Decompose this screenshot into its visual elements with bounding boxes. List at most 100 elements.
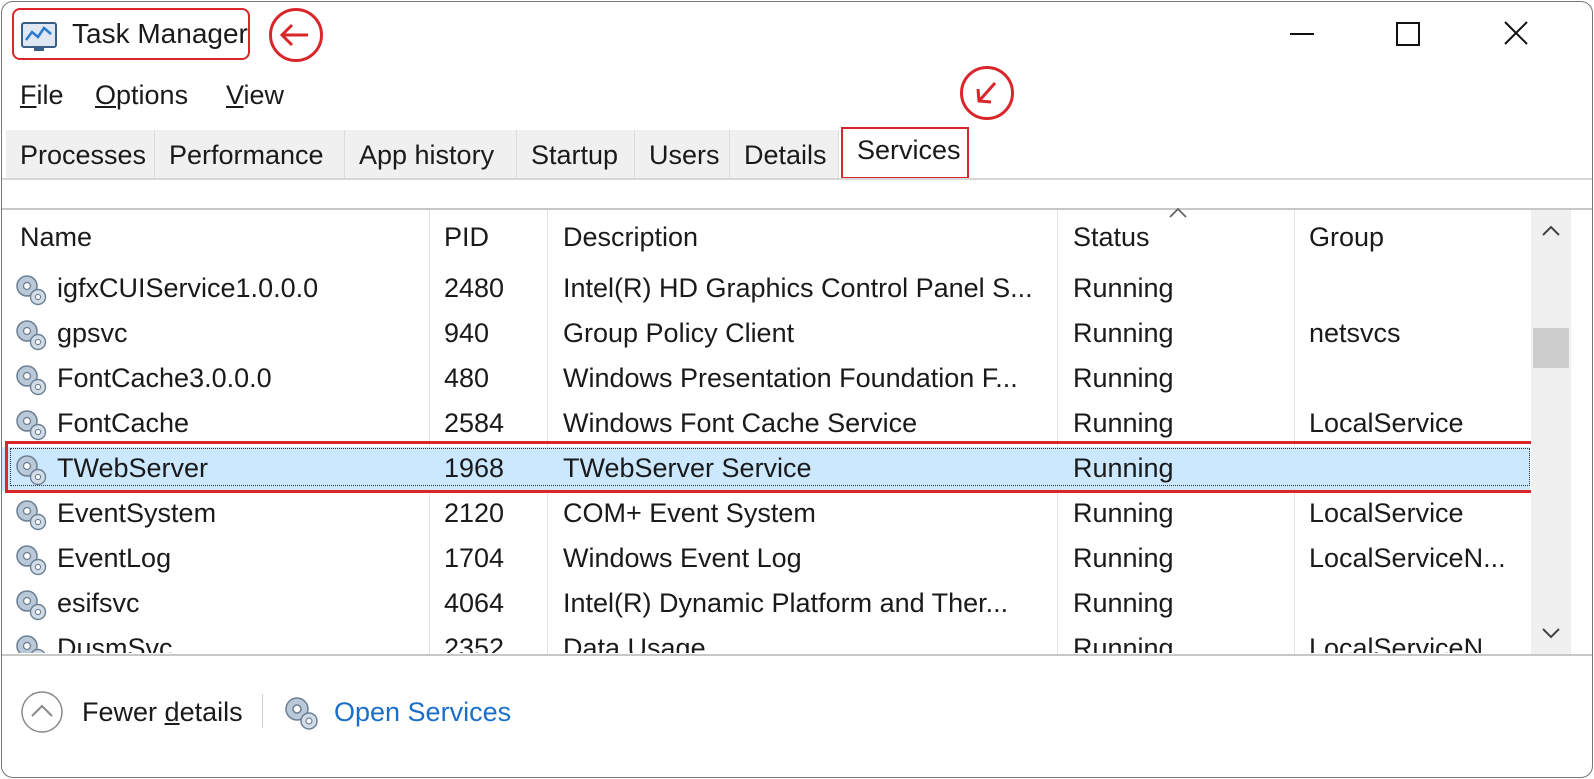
cell-status: Running bbox=[1073, 408, 1174, 438]
cell-description: Data Usage bbox=[563, 633, 706, 653]
footer: Fewer details Open Services bbox=[2, 658, 1592, 776]
menu-file[interactable]: File bbox=[20, 80, 64, 111]
table-row[interactable]: gpsvc 940 Group Policy Client Running netsvc… bbox=[2, 312, 1530, 356]
fewer-details-accesskey: d bbox=[164, 697, 180, 727]
open-services-link[interactable]: Open Services bbox=[282, 690, 522, 736]
table-row[interactable]: EventSystem 2120 COM+ Event System Running L… bbox=[2, 492, 1530, 536]
cell-group: LocalService bbox=[1309, 498, 1464, 528]
cell-name: esifsvc bbox=[57, 588, 140, 618]
cell-name: igfxCUIService1.0.0.0 bbox=[57, 273, 319, 303]
cell-status: Running bbox=[1073, 273, 1174, 303]
column-header-name[interactable]: Name bbox=[20, 222, 92, 253]
column-header-group[interactable]: Group bbox=[1309, 222, 1384, 253]
cell-description: Intel(R) Dynamic Platform and Ther... bbox=[563, 588, 1009, 618]
menu-options-accesskey: O bbox=[95, 80, 117, 110]
cell-pid: 480 bbox=[444, 363, 490, 393]
cell-pid: 940 bbox=[444, 318, 490, 348]
table-row[interactable]: esifsvc 4064 Intel(R) Dynamic Platform and… bbox=[2, 582, 1530, 626]
tab-performance[interactable]: Performance bbox=[155, 130, 345, 180]
column-header-pid[interactable]: PID bbox=[444, 222, 489, 253]
menu-file-label: ile bbox=[36, 80, 64, 110]
title-bar: Task Manager bbox=[2, 2, 1592, 66]
open-services-label: Open Services bbox=[334, 697, 512, 727]
scroll-up-icon[interactable] bbox=[1539, 222, 1563, 240]
cell-pid: 1704 bbox=[444, 543, 505, 573]
table-row[interactable]: DusmSvc 2352 Data Usage Running LocalService… bbox=[2, 627, 1530, 653]
footer-divider bbox=[262, 694, 263, 728]
service-gear-icon bbox=[16, 590, 47, 621]
chevron-up-circle-icon bbox=[21, 691, 63, 733]
cell-description: Windows Event Log bbox=[563, 543, 802, 573]
cell-status: Running bbox=[1073, 633, 1174, 653]
task-manager-icon bbox=[21, 22, 57, 51]
column-header-description[interactable]: Description bbox=[563, 222, 698, 253]
column-header-status[interactable]: Status bbox=[1073, 222, 1150, 253]
tab-users[interactable]: Users bbox=[635, 130, 730, 180]
cell-group: LocalServiceN... bbox=[1309, 633, 1506, 653]
service-gear-icon bbox=[16, 275, 47, 306]
menu-bar: File Options View bbox=[2, 72, 902, 118]
annotation-arrow-left bbox=[269, 8, 323, 62]
service-gear-icon bbox=[16, 410, 47, 441]
service-gear-icon bbox=[16, 635, 46, 653]
fewer-details-label: Fewer details bbox=[82, 697, 243, 728]
table-header: Name PID Description Status Group bbox=[2, 210, 1530, 266]
cell-group: LocalService bbox=[1309, 408, 1464, 438]
cell-name: FontCache3.0.0.0 bbox=[57, 363, 272, 393]
cell-name: gpsvc bbox=[57, 318, 128, 348]
cell-name: DusmSvc bbox=[57, 633, 173, 653]
annotation-arrow-down-left bbox=[960, 66, 1014, 120]
cell-name: EventLog bbox=[57, 543, 172, 573]
table-row[interactable]: FontCache3.0.0.0 480 Windows Presentation … bbox=[2, 357, 1530, 401]
services-gear-icon bbox=[285, 697, 318, 730]
scroll-down-icon[interactable] bbox=[1539, 624, 1563, 642]
menu-options[interactable]: Options bbox=[95, 80, 188, 111]
tab-bar: Processes Performance App history Startu… bbox=[2, 122, 1592, 182]
minimize-button[interactable] bbox=[1272, 12, 1332, 56]
arrow-left-icon bbox=[279, 23, 308, 47]
service-gear-icon bbox=[16, 500, 47, 531]
cell-name: TWebServer bbox=[57, 453, 209, 483]
maximize-icon bbox=[1396, 22, 1420, 46]
menu-view-label: iew bbox=[243, 80, 285, 110]
table-row-selected[interactable]: TWebServer 1968 TWebServer Service Running bbox=[2, 447, 1530, 491]
tab-app-history[interactable]: App history bbox=[345, 130, 517, 180]
cell-description: Intel(R) HD Graphics Control Panel S... bbox=[563, 273, 1033, 303]
tab-divider bbox=[2, 178, 1592, 180]
menu-view-accesskey: V bbox=[226, 80, 244, 110]
cell-group: LocalServiceN... bbox=[1309, 543, 1506, 573]
arrow-down-left-icon bbox=[976, 82, 997, 104]
maximize-button[interactable] bbox=[1378, 12, 1438, 56]
cell-status: Running bbox=[1073, 363, 1174, 393]
scrollbar-thumb[interactable] bbox=[1533, 328, 1569, 368]
cell-pid: 4064 bbox=[444, 588, 505, 618]
cell-description: Windows Font Cache Service bbox=[563, 408, 918, 438]
close-icon bbox=[1504, 21, 1528, 45]
fewer-details-text-start: Fewer bbox=[82, 697, 165, 727]
cell-description: Windows Presentation Foundation F... bbox=[563, 363, 1018, 393]
tab-processes[interactable]: Processes bbox=[6, 130, 155, 180]
sort-ascending-icon bbox=[1169, 207, 1187, 218]
menu-view[interactable]: View bbox=[226, 80, 284, 111]
tab-startup[interactable]: Startup bbox=[517, 130, 635, 180]
table-row[interactable]: igfxCUIService1.0.0.0 2480 Intel(R) HD Gra… bbox=[2, 267, 1530, 311]
cell-description: COM+ Event System bbox=[563, 498, 816, 528]
table-row[interactable]: EventLog 1704 Windows Event Log Running Loca… bbox=[2, 537, 1530, 581]
close-button[interactable] bbox=[1486, 12, 1546, 56]
cell-name: FontCache bbox=[57, 408, 190, 438]
fewer-details-button[interactable]: Fewer details bbox=[20, 690, 250, 736]
cell-status: Running bbox=[1073, 498, 1174, 528]
services-list: igfxCUIService1.0.0.0 2480 Intel(R) HD Gra… bbox=[2, 267, 1530, 653]
tab-services[interactable]: Services bbox=[841, 127, 969, 179]
task-manager-window: Task Manager File Options View Processes… bbox=[1, 1, 1593, 778]
minimize-icon bbox=[1290, 33, 1314, 35]
cell-group: netsvcs bbox=[1309, 318, 1401, 348]
service-gear-icon bbox=[16, 455, 47, 486]
service-gear-icon bbox=[16, 545, 47, 576]
tab-details[interactable]: Details bbox=[730, 130, 839, 180]
table-bottom-border bbox=[2, 654, 1592, 656]
vertical-scrollbar[interactable] bbox=[1531, 210, 1571, 654]
menu-options-label: ptions bbox=[116, 80, 189, 110]
cell-description: Group Policy Client bbox=[563, 318, 795, 348]
table-row[interactable]: FontCache 2584 Windows Font Cache Service R… bbox=[2, 402, 1530, 446]
